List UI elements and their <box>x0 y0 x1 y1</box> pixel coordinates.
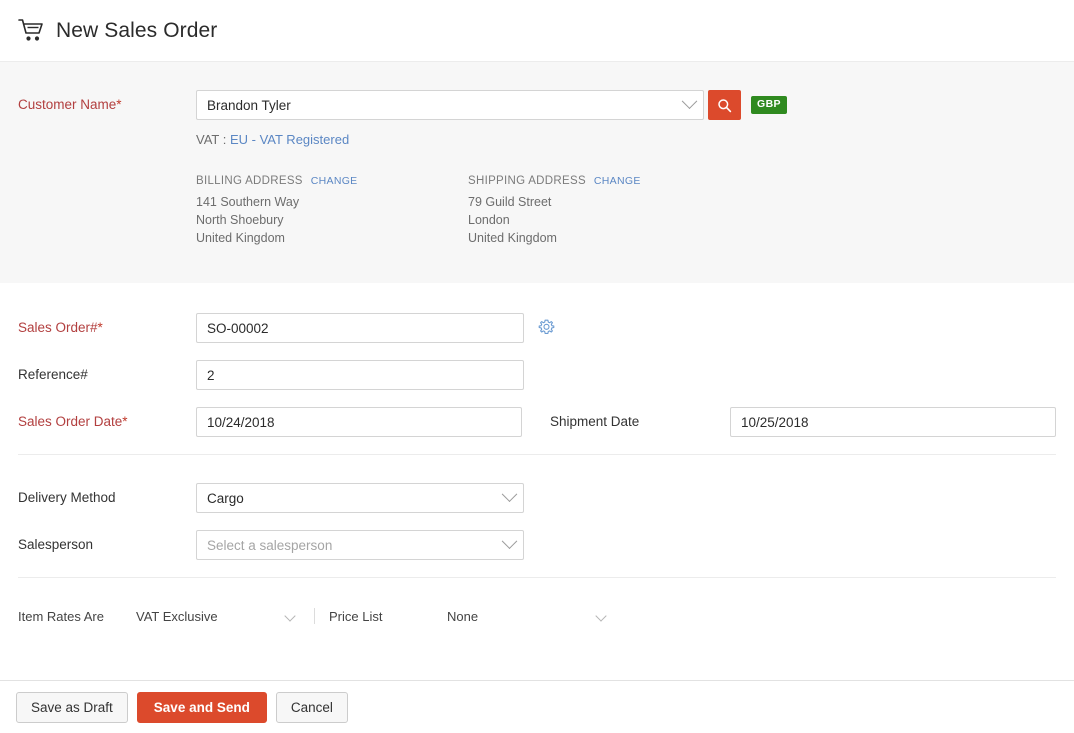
billing-address-column: BILLING ADDRESSCHANGE 141 Southern Way N… <box>196 175 468 247</box>
customer-section: Customer Name* Brandon Tyler GBP VAT : E… <box>0 62 1074 283</box>
shipping-address-line: London <box>468 211 740 229</box>
order-details-form: Sales Order#* Reference# Sales Order Dat… <box>0 283 1074 626</box>
search-icon <box>717 98 732 113</box>
form-divider-1 <box>18 454 1056 455</box>
reference-number-label: Reference# <box>18 360 196 390</box>
dates-row: Sales Order Date* Shipment Date <box>18 407 1056 437</box>
item-rate-settings-row: Item Rates Are VAT Exclusive Price List … <box>18 606 1056 626</box>
customer-search-button[interactable] <box>708 90 741 120</box>
shipping-address-heading: SHIPPING ADDRESSCHANGE <box>468 175 740 187</box>
sales-order-date-input[interactable] <box>196 407 522 437</box>
delivery-method-label: Delivery Method <box>18 483 196 513</box>
chevron-down-icon <box>284 610 295 621</box>
customer-name-row: Customer Name* Brandon Tyler GBP <box>18 90 1056 120</box>
chevron-down-icon <box>502 533 518 549</box>
form-divider-2 <box>18 577 1056 578</box>
cancel-button[interactable]: Cancel <box>276 692 348 723</box>
address-section: BILLING ADDRESSCHANGE 141 Southern Way N… <box>196 175 1056 247</box>
price-list-label: Price List <box>329 609 447 624</box>
billing-address-line: 141 Southern Way <box>196 193 468 211</box>
delivery-method-row: Delivery Method Cargo <box>18 483 1056 513</box>
item-rates-label: Item Rates Are <box>18 609 136 624</box>
reference-number-row: Reference# <box>18 360 1056 390</box>
customer-name-controls: Brandon Tyler GBP <box>196 90 787 120</box>
page-title: New Sales Order <box>56 19 217 43</box>
currency-badge: GBP <box>751 96 787 114</box>
page-header: New Sales Order <box>0 0 1074 62</box>
shipping-address-line: 79 Guild Street <box>468 193 740 211</box>
price-list-value[interactable]: None <box>447 609 597 624</box>
shopping-cart-icon <box>18 18 46 44</box>
salesperson-row: Salesperson Select a salesperson <box>18 530 1056 560</box>
billing-address-line: North Shoebury <box>196 211 468 229</box>
salesperson-placeholder: Select a salesperson <box>207 538 504 553</box>
customer-name-select[interactable]: Brandon Tyler <box>196 90 704 120</box>
gear-icon[interactable] <box>538 319 555 336</box>
form-footer: Save as Draft Save and Send Cancel <box>0 680 1074 733</box>
customer-name-value: Brandon Tyler <box>207 98 684 113</box>
save-and-send-button[interactable]: Save and Send <box>137 692 267 723</box>
chevron-down-icon <box>502 486 518 502</box>
delivery-method-select[interactable]: Cargo <box>196 483 524 513</box>
shipping-address-column: SHIPPING ADDRESSCHANGE 79 Guild Street L… <box>468 175 740 247</box>
vat-link[interactable]: EU - VAT Registered <box>230 132 349 147</box>
sales-order-date-label: Sales Order Date* <box>18 407 196 437</box>
salesperson-label: Salesperson <box>18 530 196 560</box>
billing-address-line: United Kingdom <box>196 229 468 247</box>
chevron-down-icon <box>682 93 698 109</box>
shipping-address-line: United Kingdom <box>468 229 740 247</box>
sales-order-number-row: Sales Order#* <box>18 313 1056 343</box>
item-rates-value[interactable]: VAT Exclusive <box>136 609 286 624</box>
save-as-draft-button[interactable]: Save as Draft <box>16 692 128 723</box>
billing-address-change-link[interactable]: CHANGE <box>311 175 358 187</box>
reference-number-input[interactable] <box>196 360 524 390</box>
delivery-method-value: Cargo <box>207 491 504 506</box>
vat-prefix: VAT : <box>196 132 230 147</box>
shipping-address-change-link[interactable]: CHANGE <box>594 175 641 187</box>
sales-order-number-input[interactable] <box>196 313 524 343</box>
sales-order-number-label: Sales Order#* <box>18 313 196 343</box>
chevron-down-icon <box>595 610 606 621</box>
salesperson-select[interactable]: Select a salesperson <box>196 530 524 560</box>
vat-status: VAT : EU - VAT Registered <box>196 132 1056 147</box>
customer-name-label: Customer Name* <box>18 90 196 120</box>
shipment-date-input[interactable] <box>730 407 1056 437</box>
settings-separator <box>314 608 315 624</box>
billing-address-heading: BILLING ADDRESSCHANGE <box>196 175 468 187</box>
shipment-date-label: Shipment Date <box>550 407 730 437</box>
